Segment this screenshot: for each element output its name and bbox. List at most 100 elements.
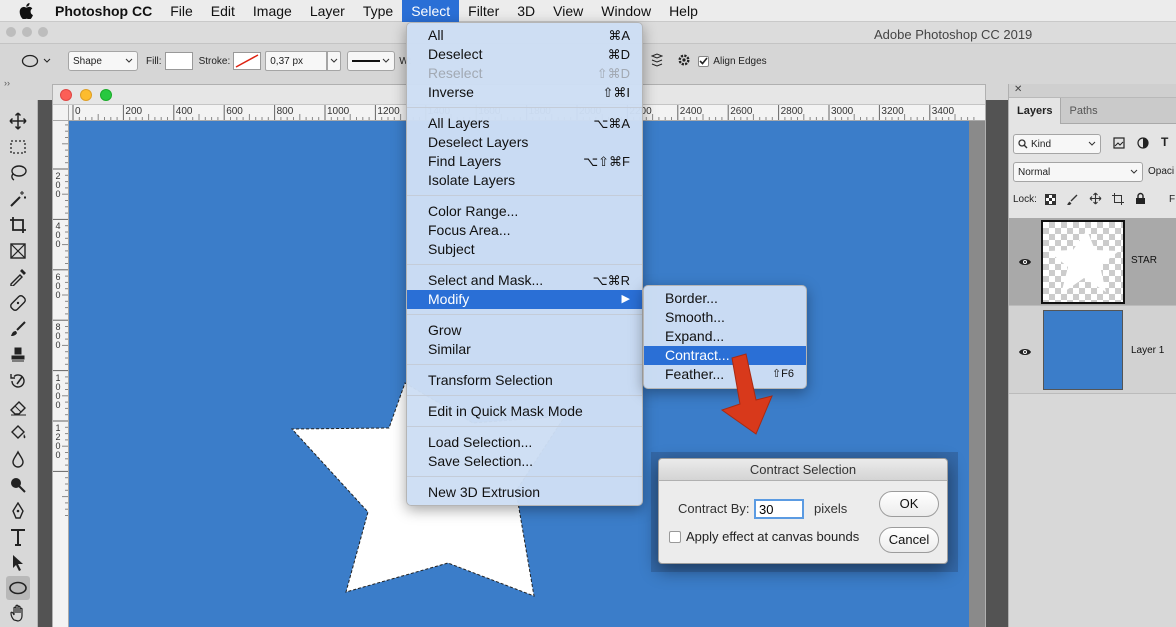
layer-row-star[interactable]: STAR — [1009, 218, 1176, 306]
dodge-tool-icon[interactable] — [6, 474, 30, 496]
menu-file[interactable]: File — [161, 0, 202, 22]
clone-stamp-tool-icon[interactable] — [6, 344, 30, 366]
apple-icon[interactable] — [18, 2, 34, 19]
ok-button[interactable]: OK — [879, 491, 939, 517]
filter-image-icon[interactable] — [1113, 137, 1125, 152]
menu-item-all-layers[interactable]: All Layers ⌥⌘A — [407, 114, 642, 133]
marquee-tool-icon[interactable] — [6, 136, 30, 158]
tab-layers[interactable]: Layers — [1009, 98, 1062, 124]
menu-type[interactable]: Type — [354, 0, 402, 22]
menu-item-label: New 3D Extrusion — [428, 484, 541, 500]
move-tool-icon[interactable] — [6, 110, 30, 132]
stroke-width-input[interactable]: 0,37 px — [265, 51, 328, 71]
ellipse-tool-preset-icon[interactable] — [16, 50, 56, 72]
layer-row-layer-1[interactable]: Layer 1 — [1009, 306, 1176, 394]
no-color-icon — [235, 54, 259, 68]
menu-filter[interactable]: Filter — [459, 0, 508, 22]
vertical-ruler[interactable]: 2 0 0 4 0 0 6 0 0 8 0 0 1 0 0 0 1 2 0 0 — [53, 121, 69, 627]
menu-item-label: Find Layers — [428, 153, 502, 169]
menu-item-deselect-layers[interactable]: Deselect Layers — [407, 133, 642, 152]
stroke-type-dropdown[interactable] — [347, 51, 396, 71]
menu-edit[interactable]: Edit — [202, 0, 244, 22]
lasso-tool-icon[interactable] — [6, 162, 30, 184]
lock-all-icon[interactable] — [1135, 192, 1146, 208]
minimize-app-icon[interactable] — [22, 27, 32, 37]
menu-item-isolate-layers[interactable]: Isolate Layers — [407, 171, 642, 190]
blend-mode-dropdown[interactable]: Normal — [1013, 162, 1143, 182]
menu-item-inverse[interactable]: Inverse ⇧⌘I — [407, 83, 642, 102]
cancel-button[interactable]: Cancel — [879, 527, 939, 553]
menu-item-load-selection[interactable]: Load Selection... — [407, 433, 642, 452]
filter-adjustment-icon[interactable] — [1137, 137, 1149, 152]
path-arrange-icon[interactable] — [650, 52, 664, 70]
menu-item-smooth[interactable]: Smooth... — [644, 308, 806, 327]
healing-brush-tool-icon[interactable] — [6, 292, 30, 314]
menu-app-name[interactable]: Photoshop CC — [46, 0, 161, 22]
stroke-swatch[interactable] — [233, 52, 262, 70]
menu-image[interactable]: Image — [244, 0, 301, 22]
path-selection-tool-icon[interactable] — [6, 552, 30, 574]
hand-tool-icon[interactable] — [6, 602, 30, 624]
magic-wand-tool-icon[interactable] — [6, 188, 30, 210]
canvas-bounds-checkbox[interactable] — [669, 531, 681, 543]
menu-item-save-selection[interactable]: Save Selection... — [407, 452, 642, 471]
menu-item-deselect[interactable]: Deselect ⌘D — [407, 45, 642, 64]
close-panel-icon[interactable]: ✕ — [1014, 84, 1022, 95]
menu-3d[interactable]: 3D — [508, 0, 544, 22]
zoom-app-icon[interactable] — [38, 27, 48, 37]
stroke-width-dropdown[interactable] — [327, 51, 342, 71]
menu-window[interactable]: Window — [592, 0, 660, 22]
contract-by-input[interactable] — [754, 499, 804, 519]
close-app-icon[interactable] — [6, 27, 16, 37]
tab-paths[interactable]: Paths — [1061, 98, 1105, 124]
filter-type-icon[interactable]: T — [1161, 135, 1168, 149]
menu-item-quick-mask[interactable]: Edit in Quick Mask Mode — [407, 402, 642, 421]
ruler-label: 6 0 0 — [55, 271, 61, 300]
menu-help[interactable]: Help — [660, 0, 707, 22]
pen-tool-icon[interactable] — [6, 500, 30, 522]
type-tool-icon[interactable] — [6, 526, 30, 548]
menu-select[interactable]: Select — [402, 0, 460, 22]
blur-tool-icon[interactable] — [6, 448, 30, 470]
menu-item-expand[interactable]: Expand... — [644, 327, 806, 346]
lock-pixels-icon[interactable] — [1067, 193, 1079, 208]
ellipse-tool-icon[interactable] — [6, 576, 30, 600]
paint-bucket-tool-icon[interactable] — [6, 422, 30, 444]
tools-collapse-icon[interactable]: ›› — [4, 78, 10, 88]
menu-item-all[interactable]: All ⌘A — [407, 26, 642, 45]
ruler-label: 1000 — [327, 106, 350, 117]
lock-artboard-icon[interactable] — [1112, 193, 1124, 208]
menu-item-color-range[interactable]: Color Range... — [407, 202, 642, 221]
menu-item-modify[interactable]: Modify ▶ — [407, 290, 642, 309]
mode-dropdown[interactable]: Shape — [68, 51, 138, 71]
frame-tool-icon[interactable] — [6, 240, 30, 262]
menu-item-find-layers[interactable]: Find Layers ⌥⇧⌘F — [407, 152, 642, 171]
eye-icon[interactable] — [1018, 256, 1032, 270]
eyedropper-tool-icon[interactable] — [6, 266, 30, 288]
brush-tool-icon[interactable] — [6, 318, 30, 340]
crop-tool-icon[interactable] — [6, 214, 30, 236]
menu-item-similar[interactable]: Similar — [407, 340, 642, 359]
menu-item-border[interactable]: Border... — [644, 289, 806, 308]
menu-item-select-and-mask[interactable]: Select and Mask... ⌥⌘R — [407, 271, 642, 290]
lock-position-icon[interactable] — [1089, 192, 1102, 208]
lock-transparent-icon[interactable] — [1045, 194, 1056, 208]
ruler-origin[interactable] — [53, 105, 69, 121]
menu-layer[interactable]: Layer — [301, 0, 354, 22]
menu-item-grow[interactable]: Grow — [407, 321, 642, 340]
history-brush-tool-icon[interactable] — [6, 370, 30, 392]
menu-item-new-3d-extrusion[interactable]: New 3D Extrusion — [407, 483, 642, 502]
menu-item-focus-area[interactable]: Focus Area... — [407, 221, 642, 240]
zoom-document-icon[interactable] — [100, 89, 112, 101]
filter-kind-dropdown[interactable]: Kind — [1013, 134, 1101, 154]
eraser-tool-icon[interactable] — [6, 396, 30, 418]
menu-item-subject[interactable]: Subject — [407, 240, 642, 259]
eye-icon[interactable] — [1018, 346, 1032, 360]
align-edges-checkbox[interactable] — [698, 55, 710, 67]
menu-item-transform-selection[interactable]: Transform Selection — [407, 371, 642, 390]
gear-icon[interactable] — [677, 53, 691, 70]
close-document-icon[interactable] — [60, 89, 72, 101]
minimize-document-icon[interactable] — [80, 89, 92, 101]
menu-view[interactable]: View — [544, 0, 592, 22]
fill-swatch[interactable] — [164, 52, 193, 70]
